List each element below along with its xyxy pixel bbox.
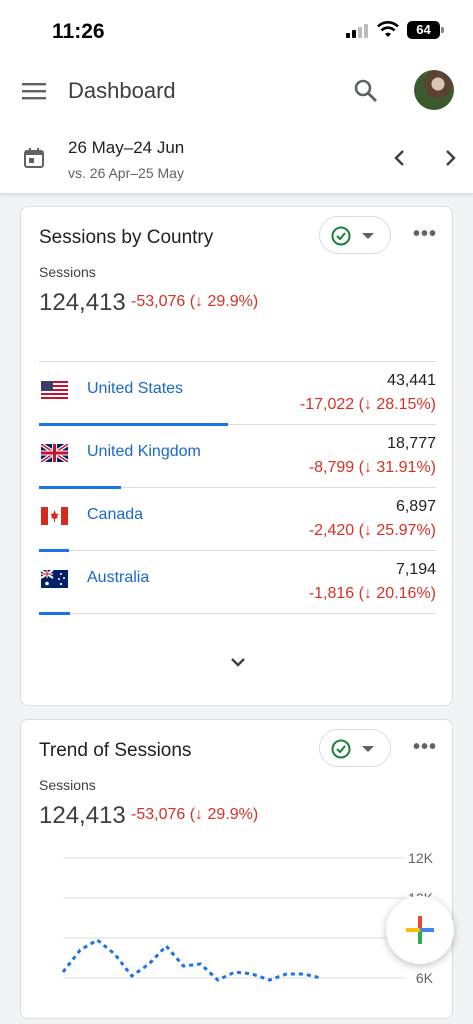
- battery-indicator: 64: [407, 21, 440, 39]
- country-list: United States 43,441 -17,022 (↓ 28.15%) …: [39, 361, 436, 615]
- country-delta: -17,022 (↓ 28.15%): [299, 396, 436, 413]
- signal-icon: [346, 24, 370, 38]
- trend-of-sessions-card: Trend of Sessions ••• Sessions 124,413 -…: [20, 719, 453, 1019]
- battery-cap: [441, 27, 444, 33]
- wifi-icon: [377, 21, 399, 37]
- search-icon[interactable]: [352, 77, 380, 105]
- country-row-united-kingdom[interactable]: United Kingdom 18,777 -8,799 (↓ 31.91%): [39, 425, 436, 489]
- comparison-chip[interactable]: [319, 729, 391, 767]
- card-title: Sessions by Country: [39, 227, 214, 248]
- card-title: Trend of Sessions: [39, 740, 192, 761]
- country-row-australia[interactable]: Australia 7,194 -1,816 (↓ 20.16%): [39, 551, 436, 615]
- metric-label: Sessions: [39, 264, 96, 280]
- date-range[interactable]: 26 May–24 Jun: [68, 138, 184, 158]
- add-fab-button[interactable]: [386, 896, 454, 964]
- status-bar: 11:26 64: [0, 0, 473, 62]
- expand-chevron-icon[interactable]: [226, 650, 250, 674]
- metric-label: Sessions: [39, 777, 96, 793]
- check-circle-icon: [331, 739, 351, 759]
- dropdown-caret-icon: [362, 233, 374, 239]
- y-tick-label: 6K: [416, 970, 434, 986]
- australia-flag-icon: [41, 570, 68, 588]
- country-row-canada[interactable]: Canada 6,897 -2,420 (↓ 25.97%): [39, 488, 436, 552]
- dropdown-caret-icon: [362, 746, 374, 752]
- y-tick-label: 12K: [408, 850, 434, 866]
- date-range-bar[interactable]: 26 May–24 Jun vs. 26 Apr–25 May: [0, 120, 473, 194]
- sessions-series-line: [61, 938, 322, 982]
- more-options-icon[interactable]: •••: [413, 737, 437, 757]
- date-compare: vs. 26 Apr–25 May: [68, 165, 184, 181]
- menu-icon[interactable]: [20, 78, 48, 104]
- check-circle-icon: [331, 226, 351, 246]
- more-options-icon[interactable]: •••: [413, 224, 437, 244]
- country-sessions: 6,897: [395, 498, 436, 515]
- chevron-left-icon[interactable]: [388, 146, 412, 170]
- canada-flag-icon: [41, 507, 68, 525]
- sessions-by-country-card: Sessions by Country ••• Sessions 124,413…: [20, 206, 453, 706]
- avatar[interactable]: [414, 70, 454, 110]
- metric-value: 124,413: [39, 802, 126, 829]
- country-sessions: 18,777: [387, 435, 436, 452]
- plus-icon: [406, 916, 434, 944]
- country-name[interactable]: Australia: [87, 569, 149, 587]
- country-delta: -2,420 (↓ 25.97%): [308, 522, 436, 539]
- comparison-chip[interactable]: [319, 216, 391, 254]
- country-row-united-states[interactable]: United States 43,441 -17,022 (↓ 28.15%): [39, 362, 436, 426]
- country-name[interactable]: United Kingdom: [87, 443, 201, 461]
- country-name[interactable]: Canada: [87, 506, 143, 524]
- country-sessions: 43,441: [387, 372, 436, 389]
- country-delta: -1,816 (↓ 20.16%): [308, 585, 436, 602]
- status-time: 11:26: [52, 20, 105, 43]
- metric-value: 124,413: [39, 289, 126, 316]
- country-name[interactable]: United States: [87, 380, 183, 398]
- chevron-right-icon[interactable]: [438, 146, 462, 170]
- country-sessions: 7,194: [395, 561, 436, 578]
- country-delta: -8,799 (↓ 31.91%): [308, 459, 436, 476]
- metric-delta: -53,076 (↓ 29.9%): [131, 293, 259, 310]
- app-bar: Dashboard: [0, 62, 473, 120]
- us-flag-icon: [41, 381, 68, 399]
- country-share-bar: [39, 612, 71, 615]
- uk-flag-icon: [41, 444, 68, 462]
- metric-delta: -53,076 (↓ 29.9%): [131, 806, 259, 823]
- page-title: Dashboard: [68, 78, 176, 103]
- calendar-icon: [24, 148, 44, 168]
